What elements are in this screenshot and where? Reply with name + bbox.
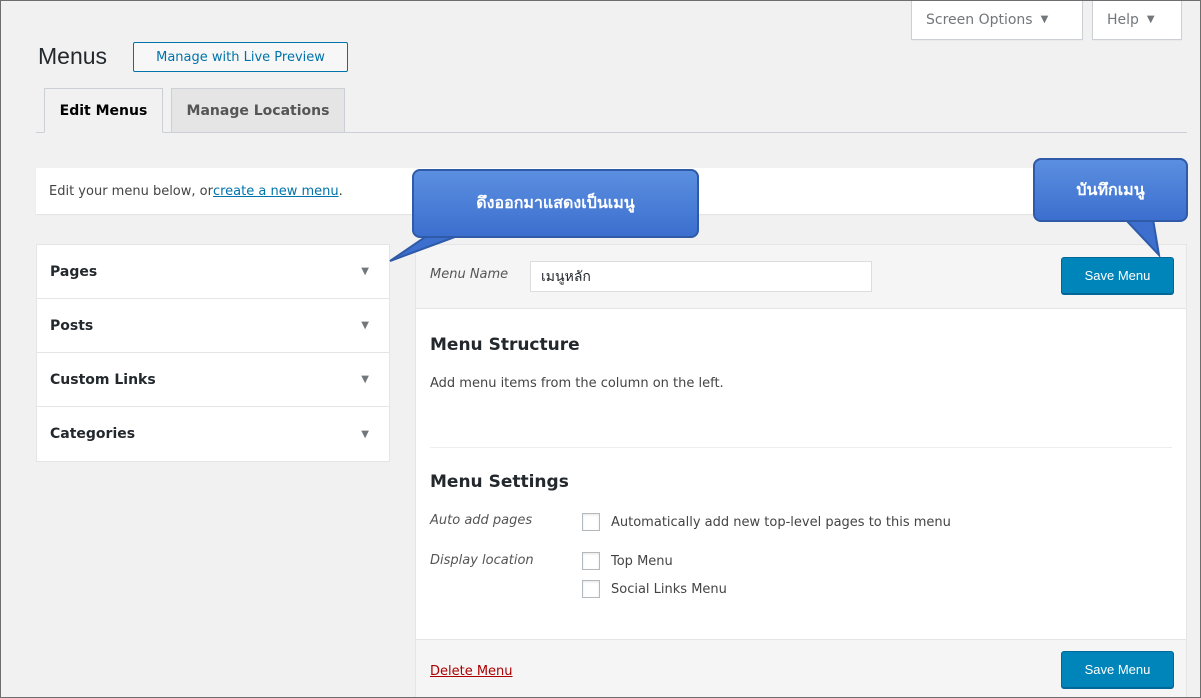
social-links-checkbox[interactable]: [582, 580, 600, 598]
tab-edit-menus[interactable]: Edit Menus: [44, 88, 163, 133]
chevron-down-icon: ▼: [1040, 14, 1049, 25]
auto-add-checkbox[interactable]: [582, 513, 600, 531]
chevron-down-icon: ▼: [1146, 14, 1155, 25]
menu-name-label: Menu Name: [430, 267, 509, 282]
wp-admin-frame: Screen Options ▼ Help ▼ Menus Manage wit…: [0, 0, 1201, 698]
caret-down-icon: ▼: [361, 266, 369, 277]
location-social-links-menu[interactable]: Social Links Menu: [582, 580, 727, 598]
caret-down-icon: ▼: [361, 428, 369, 440]
create-menu-link[interactable]: create a new menu: [213, 184, 339, 199]
auto-add-option[interactable]: Automatically add new top-level pages to…: [582, 513, 951, 531]
delete-menu-link[interactable]: Delete Menu: [430, 664, 513, 679]
menu-settings-title: Menu Settings: [430, 472, 569, 492]
section-divider: [430, 447, 1172, 448]
tab-manage-locations[interactable]: Manage Locations: [171, 88, 345, 133]
menu-edit-panel: Menu Name เมนูหลัก Save Menu Menu Struct…: [415, 244, 1187, 697]
accordion-label: Categories: [50, 426, 136, 442]
accordion-label: Posts: [50, 317, 94, 334]
notice-text: Edit your menu below, or: [49, 183, 213, 199]
auto-add-text: Automatically add new top-level pages to…: [611, 514, 951, 530]
location-top-menu[interactable]: Top Menu: [582, 552, 673, 570]
notice-end: .: [338, 183, 343, 199]
top-menu-checkbox[interactable]: [582, 552, 600, 570]
location-label: Top Menu: [611, 553, 673, 569]
save-menu-button[interactable]: Save Menu: [1061, 257, 1174, 294]
location-label: Social Links Menu: [611, 581, 727, 597]
accordion-item-categories[interactable]: Categories ▼: [37, 407, 389, 461]
caret-down-icon: ▼: [361, 320, 369, 331]
menu-structure-title: Menu Structure: [430, 335, 580, 355]
screen-options-label: Screen Options: [926, 11, 1033, 28]
live-preview-button[interactable]: Manage with Live Preview: [133, 42, 348, 72]
page-title: Menus: [38, 43, 108, 69]
auto-add-label: Auto add pages: [430, 513, 533, 528]
accordion-label: Pages: [50, 263, 98, 280]
help-button[interactable]: Help ▼: [1092, 1, 1182, 40]
save-menu-button-bottom[interactable]: Save Menu: [1061, 651, 1174, 688]
callout-pull-menu: ดึงออกมาแสดงเป็นเมนู: [412, 169, 699, 238]
callout-pointer: [1122, 218, 1161, 259]
add-items-accordion: Pages ▼ Posts ▼ Custom Links ▼ Categorie…: [36, 244, 390, 462]
menu-structure-desc: Add menu items from the column on the le…: [430, 376, 724, 391]
screen-options-button[interactable]: Screen Options ▼: [911, 1, 1083, 40]
accordion-item-custom-links[interactable]: Custom Links ▼: [37, 353, 389, 407]
accordion-label: Custom Links: [50, 371, 156, 388]
accordion-item-posts[interactable]: Posts ▼: [37, 299, 389, 353]
accordion-item-pages[interactable]: Pages ▼: [37, 245, 389, 299]
help-label: Help: [1107, 11, 1139, 28]
menu-header: Menu Name เมนูหลัก Save Menu: [416, 245, 1186, 309]
menu-name-input[interactable]: เมนูหลัก: [530, 261, 872, 292]
display-location-label: Display location: [430, 553, 534, 568]
caret-down-icon: ▼: [361, 374, 369, 385]
callout-save-menu: บันทึกเมนู: [1033, 158, 1188, 222]
